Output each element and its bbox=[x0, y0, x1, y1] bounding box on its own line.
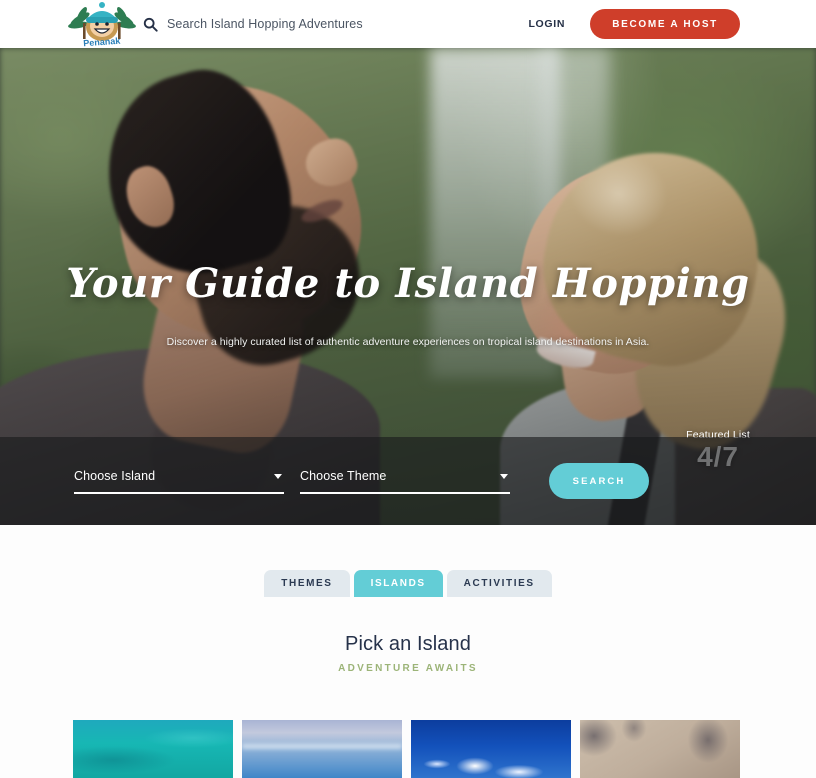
island-select-value: Choose Island bbox=[74, 468, 156, 483]
theme-select-value: Choose Theme bbox=[300, 468, 387, 483]
island-card[interactable] bbox=[411, 720, 571, 778]
site-search[interactable]: Search Island Hopping Adventures bbox=[143, 0, 363, 48]
tab-islands[interactable]: ISLANDS bbox=[353, 570, 443, 597]
tab-themes[interactable]: THEMES bbox=[264, 570, 350, 597]
header-actions: LOGIN BECOME A HOST bbox=[528, 0, 816, 48]
island-card[interactable] bbox=[580, 720, 740, 778]
island-select[interactable]: Choose Island bbox=[74, 469, 284, 494]
hero-search-form: Choose Island Choose Theme SEARCH bbox=[74, 437, 816, 525]
hero-title: Your Guide to Island Hopping bbox=[66, 260, 750, 307]
svg-text:Penanak: Penanak bbox=[83, 36, 122, 47]
island-card[interactable] bbox=[73, 720, 233, 778]
chevron-down-icon bbox=[274, 473, 282, 479]
logo-icon: Penanak bbox=[68, 2, 136, 48]
login-link[interactable]: LOGIN bbox=[528, 18, 565, 30]
browse-section: THEMES ISLANDS ACTIVITIES Pick an Island… bbox=[0, 525, 816, 778]
chevron-down-icon bbox=[500, 473, 508, 479]
site-logo[interactable]: Penanak bbox=[66, 1, 138, 48]
search-button[interactable]: SEARCH bbox=[549, 463, 649, 499]
site-header: Penanak Search Island Hopping Adventures… bbox=[0, 0, 816, 48]
become-a-host-button[interactable]: BECOME A HOST bbox=[590, 9, 740, 39]
tab-activities[interactable]: ACTIVITIES bbox=[446, 570, 552, 597]
browse-tabs: THEMES ISLANDS ACTIVITIES bbox=[0, 570, 816, 597]
island-card[interactable] bbox=[242, 720, 402, 778]
section-title: Pick an Island bbox=[345, 633, 471, 655]
theme-select[interactable]: Choose Theme bbox=[300, 469, 510, 494]
search-icon bbox=[143, 17, 158, 32]
search-input-placeholder[interactable]: Search Island Hopping Adventures bbox=[167, 17, 363, 31]
hero-subtitle: Discover a highly curated list of authen… bbox=[166, 336, 650, 348]
section-subtitle: ADVENTURE AWAITS bbox=[338, 663, 478, 674]
island-card-grid bbox=[73, 720, 740, 778]
hero-banner: Your Guide to Island Hopping Discover a … bbox=[0, 48, 816, 525]
